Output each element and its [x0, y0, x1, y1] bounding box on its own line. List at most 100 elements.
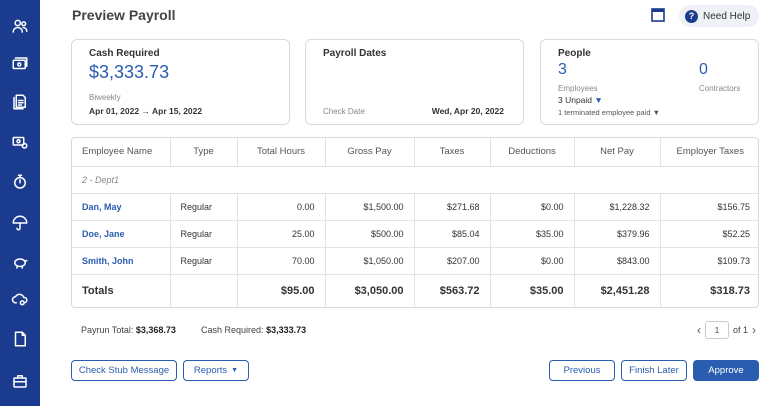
- employee-name-link[interactable]: Doe, Jane: [72, 220, 171, 248]
- unpaid-dropdown[interactable]: 3 Unpaid ▼: [558, 95, 603, 105]
- chevron-right-icon[interactable]: ›: [752, 323, 756, 337]
- briefcase-icon[interactable]: [8, 369, 32, 393]
- employee-name-link[interactable]: Smith, John: [72, 247, 171, 275]
- cell: $109.73: [660, 247, 758, 275]
- col-header[interactable]: Net Pay: [574, 138, 661, 167]
- col-header[interactable]: Deductions: [490, 138, 575, 167]
- cell: $1,228.32: [574, 193, 661, 221]
- table-row: Dan, May Regular 0.00 $1,500.00 $271.68 …: [72, 193, 758, 221]
- cell: $271.68: [414, 193, 491, 221]
- employees-count: 3: [558, 61, 567, 78]
- cell: 0.00: [237, 193, 326, 221]
- check-date-value: Wed, Apr 20, 2022: [431, 106, 504, 116]
- total-cell: $2,451.28: [574, 274, 661, 307]
- total-cell: $3,050.00: [325, 274, 415, 307]
- cell: $0.00: [490, 247, 575, 275]
- col-header[interactable]: Gross Pay: [325, 138, 415, 167]
- window-icon[interactable]: [651, 8, 667, 24]
- col-header[interactable]: Total Hours: [237, 138, 326, 167]
- cell: Regular: [170, 220, 238, 248]
- pagination: ‹ 1 of 1 ›: [697, 321, 756, 339]
- contractors-count: 0: [699, 61, 708, 78]
- cell: $0.00: [490, 193, 575, 221]
- timer-icon[interactable]: [8, 170, 32, 194]
- cell: $1,050.00: [325, 247, 415, 275]
- cell: $843.00: [574, 247, 661, 275]
- check-stub-message-button[interactable]: Check Stub Message: [71, 360, 177, 381]
- check-date-label: Check Date: [323, 107, 365, 116]
- cell: Regular: [170, 247, 238, 275]
- cell: $52.25: [660, 220, 758, 248]
- reports-label: Reports: [193, 365, 228, 376]
- table-row: Doe, Jane Regular 25.00 $500.00 $85.04 $…: [72, 220, 758, 248]
- cell: 25.00: [237, 220, 326, 248]
- payrun-total: Payrun Total: $3,368.73: [81, 325, 176, 335]
- cash-required-card: Cash Required $3,333.73 Biweekly Apr 01,…: [71, 39, 290, 125]
- period-start: Apr 01, 2022: [89, 106, 140, 116]
- documents-icon[interactable]: [8, 90, 32, 114]
- file-icon[interactable]: [8, 327, 32, 351]
- cell: $207.00: [414, 247, 491, 275]
- cell: $379.96: [574, 220, 661, 248]
- help-icon: ?: [685, 9, 698, 23]
- cell: $500.00: [325, 220, 415, 248]
- page-input[interactable]: 1: [705, 321, 729, 339]
- money-icon[interactable]: [8, 52, 32, 76]
- totals-row: Totals $95.00 $3,050.00 $563.72 $35.00 $…: [72, 274, 758, 307]
- col-header[interactable]: Employee Name: [72, 138, 171, 167]
- cash-required-title: Cash Required: [89, 48, 160, 59]
- approve-button[interactable]: Approve: [693, 360, 759, 381]
- period-end: Apr 15, 2022: [152, 106, 203, 116]
- col-header[interactable]: Taxes: [414, 138, 491, 167]
- cell: Regular: [170, 193, 238, 221]
- page-of-label: of 1: [733, 325, 749, 335]
- terminated-label: 1 terminated employee paid: [558, 108, 651, 117]
- finish-later-button[interactable]: Finish Later: [621, 360, 687, 381]
- pay-period: Apr 01, 2022 → Apr 15, 2022: [89, 106, 202, 116]
- need-help-button[interactable]: ? Need Help: [679, 5, 759, 27]
- total-cell: $95.00: [237, 274, 326, 307]
- umbrella-icon[interactable]: [8, 211, 32, 235]
- page-title: Preview Payroll: [72, 7, 176, 23]
- caret-down-icon: ▼: [652, 108, 661, 117]
- cell: $156.75: [660, 193, 758, 221]
- department-label: 2 - Dept1: [72, 166, 758, 194]
- cell: $35.00: [490, 220, 575, 248]
- unpaid-label: 3 Unpaid: [558, 95, 593, 105]
- people-icon[interactable]: [8, 14, 32, 38]
- contractors-label: Contractors: [699, 84, 741, 93]
- need-help-label: Need Help: [703, 10, 751, 22]
- money-settings-icon[interactable]: [8, 130, 32, 154]
- employees-label: Employees: [558, 84, 598, 93]
- col-header[interactable]: Type: [170, 138, 238, 167]
- caret-down-icon: ▼: [231, 367, 239, 374]
- total-cell: $563.72: [414, 274, 491, 307]
- sidebar: [0, 0, 40, 406]
- reports-button[interactable]: Reports ▼: [183, 360, 249, 381]
- pay-frequency: Biweekly: [89, 93, 121, 102]
- cell: [170, 274, 238, 307]
- previous-button[interactable]: Previous: [549, 360, 615, 381]
- col-header[interactable]: Employer Taxes: [660, 138, 758, 167]
- cloud-settings-icon[interactable]: [8, 287, 32, 311]
- cash-required-value: $3,333.73: [266, 325, 307, 335]
- caret-down-icon: ▼: [594, 95, 603, 105]
- total-cell: $35.00: [490, 274, 575, 307]
- people-card: People 3 0 Employees Contractors 3 Unpai…: [540, 39, 759, 125]
- payroll-dates-title: Payroll Dates: [323, 48, 387, 59]
- total-cell: $318.73: [710, 285, 750, 298]
- cell: $85.04: [414, 220, 491, 248]
- terminated-dropdown[interactable]: 1 terminated employee paid ▼: [558, 108, 660, 117]
- payroll-dates-card: Payroll Dates Check Date Wed, Apr 20, 20…: [305, 39, 524, 125]
- department-row: 2 - Dept1: [72, 166, 758, 194]
- table-header-row: Employee Name Type Total Hours Gross Pay…: [72, 138, 758, 167]
- cell: 70.00: [237, 247, 326, 275]
- payrun-total-value: $3,368.73: [135, 325, 176, 335]
- piggy-bank-icon[interactable]: [8, 250, 32, 274]
- employee-name-link[interactable]: Dan, May: [72, 193, 171, 221]
- chevron-left-icon[interactable]: ‹: [697, 323, 701, 337]
- footer-cash-required: Cash Required: $3,333.73: [201, 325, 306, 335]
- totals-label: Totals: [72, 274, 171, 307]
- people-title: People: [558, 48, 591, 59]
- arrow-icon: →: [141, 106, 150, 116]
